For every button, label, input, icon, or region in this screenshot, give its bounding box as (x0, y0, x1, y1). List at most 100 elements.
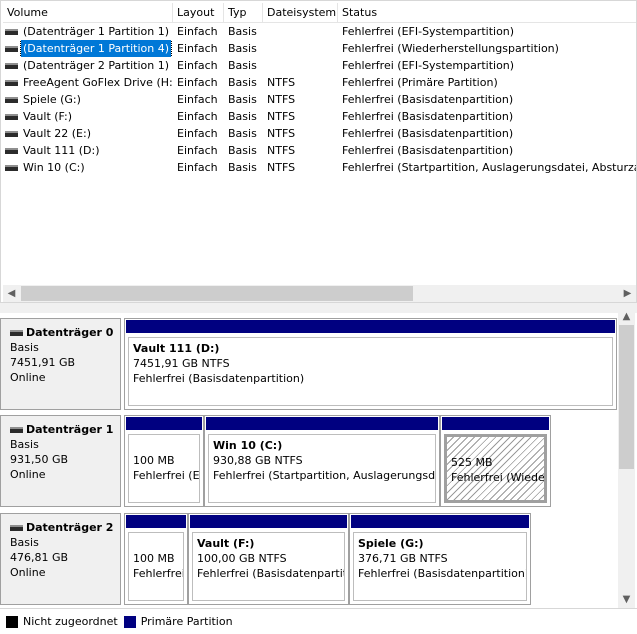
volume-name: FreeAgent GoFlex Drive (H:) (23, 76, 173, 89)
drive-icon (5, 147, 18, 154)
partition[interactable]: Win 10 (C:) 930,88 GB NTFS Fehlerfrei (S… (204, 415, 440, 507)
partition[interactable]: Vault 111 (D:) 7451,91 GB NTFS Fehlerfre… (124, 318, 617, 410)
layout-cell: Einfach (177, 144, 218, 157)
volume-name: (Datenträger 2 Partition 1) (23, 59, 170, 72)
type-cell: Basis (228, 93, 257, 106)
volume-row[interactable]: (Datenträger 2 Partition 1) Einfach Basi… (3, 57, 636, 74)
disk-size: 476,81 GB (10, 551, 69, 564)
layout-cell: Einfach (177, 161, 218, 174)
partition-title (451, 440, 540, 455)
disk-state: Online (10, 468, 46, 481)
partition-bar (206, 417, 438, 430)
partition-title: Vault (F:) (197, 537, 255, 550)
disk-name: Datenträger 2 (10, 520, 120, 535)
status-cell: Fehlerfrei (Primäre Partition) (342, 76, 498, 89)
status-cell: Fehlerfrei (Basisdatenpartition) (342, 93, 514, 106)
disk-state: Online (10, 566, 46, 579)
volume-name-cell: Spiele (G:) (5, 91, 173, 108)
filesystem-cell: NTFS (267, 144, 296, 157)
filesystem-cell: NTFS (267, 76, 296, 89)
layout-cell: Einfach (177, 76, 218, 89)
partition-bar (351, 515, 529, 528)
status-cell: Fehlerfrei (Basisdatenpartition) (342, 144, 514, 157)
volume-row[interactable]: Vault (F:) Einfach Basis NTFS Fehlerfrei… (3, 108, 636, 125)
partition-status: Fehlerfrei (Wieder (451, 471, 547, 484)
legend-item-unallocated: Nicht zugeordnet (6, 615, 118, 628)
horizontal-scrollbar[interactable]: ◀ ▶ (3, 285, 636, 302)
volume-row[interactable]: FreeAgent GoFlex Drive (H:) Einfach Basi… (3, 74, 636, 91)
volume-list[interactable]: Volume Layout Typ Dateisystem Status (Da… (0, 0, 637, 303)
partition[interactable]: 100 MB Fehlerfrei (E (124, 415, 204, 507)
column-header-status[interactable]: Status (338, 3, 636, 23)
partition-size: 525 MB (451, 456, 493, 469)
partition-title: Vault 111 (D:) (133, 342, 220, 355)
partition[interactable]: 100 MB Fehlerfrei (124, 513, 188, 605)
disk-name: Datenträger 1 (10, 422, 120, 437)
partition-details: Vault (F:) 100,00 GB NTFS Fehlerfrei (Ba… (192, 532, 345, 601)
partition-status: Fehlerfrei (Startpartition, Auslagerungs… (213, 469, 436, 482)
type-cell: Basis (228, 127, 257, 140)
disk-name-text: Datenträger 2 (26, 521, 114, 534)
column-header-layout[interactable]: Layout (173, 3, 224, 23)
layout-cell: Einfach (177, 25, 218, 38)
partition-status: Fehlerfrei (Basisdatenpartition) (133, 372, 305, 385)
disk-0: Datenträger 0 Basis 7451,91 GB Online Va… (0, 318, 618, 410)
disk-label[interactable]: Datenträger 1 Basis 931,50 GB Online (0, 415, 121, 507)
partition-status: Fehlerfrei (E (133, 469, 200, 482)
partition-details: Win 10 (C:) 930,88 GB NTFS Fehlerfrei (S… (208, 434, 436, 503)
type-cell: Basis (228, 25, 257, 38)
status-cell: Fehlerfrei (Startpartition, Auslagerungs… (342, 161, 636, 174)
volume-row[interactable]: (Datenträger 1 Partition 1) Einfach Basi… (3, 23, 636, 40)
filesystem-cell (267, 57, 338, 74)
filesystem-cell (267, 23, 338, 40)
drive-icon (5, 130, 18, 137)
partition-status: Fehlerfrei (133, 567, 184, 580)
disk-1: Datenträger 1 Basis 931,50 GB Online 100… (0, 415, 618, 507)
volume-row[interactable]: Vault 22 (E:) Einfach Basis NTFS Fehlerf… (3, 125, 636, 142)
partition-size: 100 MB (133, 454, 175, 467)
volume-row[interactable]: Win 10 (C:) Einfach Basis NTFS Fehlerfre… (3, 159, 636, 176)
column-header-filesystem[interactable]: Dateisystem (263, 3, 338, 23)
disk-type: Basis (10, 341, 39, 354)
disk-icon (10, 426, 23, 433)
scroll-up-icon[interactable]: ▲ (618, 308, 635, 325)
partition-details: Spiele (G:) 376,71 GB NTFS Fehlerfrei (B… (353, 532, 527, 601)
volume-name-cell: FreeAgent GoFlex Drive (H:) (5, 74, 173, 91)
partition-bar (126, 417, 202, 430)
status-cell: Fehlerfrei (Wiederherstellungspartition) (342, 42, 559, 55)
column-header-type[interactable]: Typ (224, 3, 263, 23)
scroll-left-icon[interactable]: ◀ (3, 285, 20, 302)
layout-cell: Einfach (177, 59, 218, 72)
status-cell: Fehlerfrei (Basisdatenpartition) (342, 127, 514, 140)
legend: Nicht zugeordnet Primäre Partition (0, 608, 637, 634)
partition-size: 100,00 GB NTFS (197, 552, 287, 565)
volume-name: Spiele (G:) (23, 93, 81, 106)
scroll-down-icon[interactable]: ▼ (618, 591, 635, 608)
scroll-thumb[interactable] (619, 325, 634, 469)
volume-row[interactable]: Spiele (G:) Einfach Basis NTFS Fehlerfre… (3, 91, 636, 108)
disk-label[interactable]: Datenträger 2 Basis 476,81 GB Online (0, 513, 121, 605)
vertical-scrollbar[interactable]: ▲ ▼ (618, 311, 635, 608)
partition-bar (126, 515, 186, 528)
disk-label[interactable]: Datenträger 0 Basis 7451,91 GB Online (0, 318, 121, 410)
scroll-thumb[interactable] (21, 286, 413, 301)
partition[interactable]: Vault (F:) 100,00 GB NTFS Fehlerfrei (Ba… (188, 513, 349, 605)
pane-splitter[interactable] (0, 303, 637, 313)
partition-selected[interactable]: 525 MB Fehlerfrei (Wieder (440, 415, 551, 507)
partition[interactable]: Spiele (G:) 376,71 GB NTFS Fehlerfrei (B… (349, 513, 531, 605)
column-header-volume[interactable]: Volume (3, 3, 173, 23)
partition-bar (442, 417, 549, 430)
partition-details: 100 MB Fehlerfrei (128, 532, 184, 601)
filesystem-cell: NTFS (267, 110, 296, 123)
volume-row-selected[interactable]: (Datenträger 1 Partition 4) Einfach Basi… (3, 40, 636, 57)
volume-name: Win 10 (C:) (23, 161, 85, 174)
partition-status: Fehlerfrei (Basisdatenpartition) (358, 567, 527, 580)
volume-row[interactable]: Vault 111 (D:) Einfach Basis NTFS Fehler… (3, 142, 636, 159)
disk-icon (10, 524, 23, 531)
disk-icon (10, 329, 23, 336)
layout-cell: Einfach (177, 127, 218, 140)
drive-icon (5, 113, 18, 120)
drive-icon (5, 45, 18, 52)
scroll-right-icon[interactable]: ▶ (619, 285, 636, 302)
legend-swatch (123, 615, 136, 628)
